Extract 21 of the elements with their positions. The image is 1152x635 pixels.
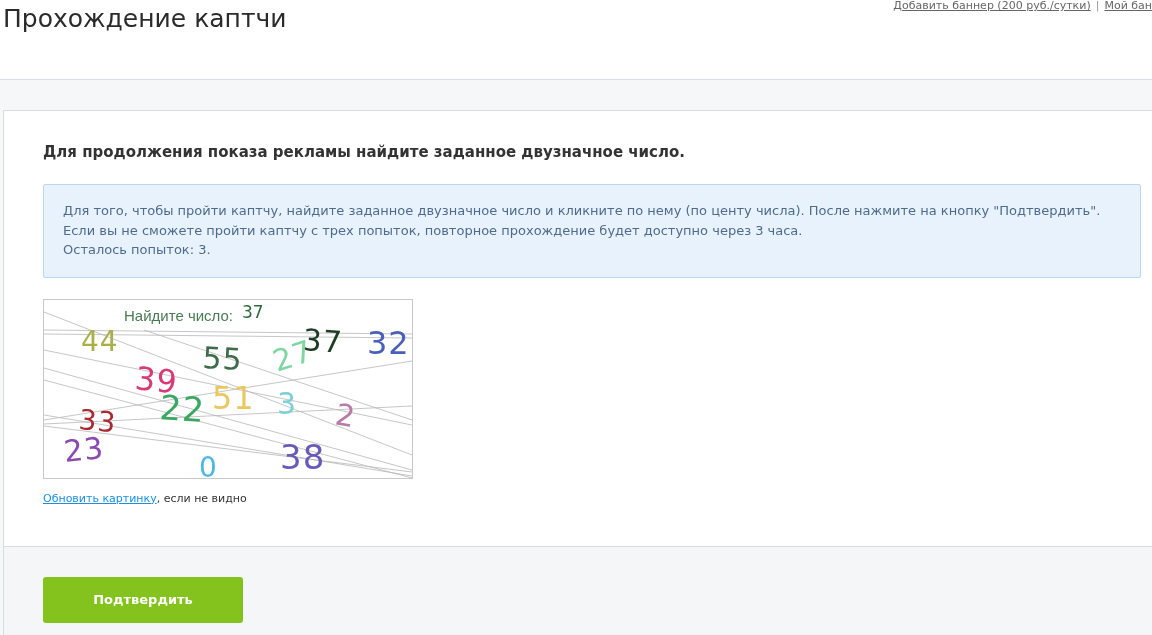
info-text: Осталось попыток: 3. [63,241,212,259]
info-text: Для того, чтобы пройти каптчу, найдите заданное двузначное число и кликните по нему (по центу числа). После нажмите на кнопку "Подтвердить". [63,202,1102,220]
captcha-target-number: 37 [242,301,264,322]
header-link[interactable]: Мой бан [1104,0,1152,12]
refresh-link[interactable]: Обновить картинку [43,491,157,505]
captcha-number: 38 [280,436,326,477]
captcha-prompt: Найдите число: [124,306,234,324]
captcha-number: 0 [199,450,218,478]
captcha-number: 44 [81,324,119,358]
captcha-number: 2 [332,395,359,434]
link-separator: | [1095,0,1100,12]
captcha-number: 32 [367,323,410,362]
captcha-number: 55 [201,339,244,377]
captcha-number: 3 [277,385,298,421]
card-heading: Для продолжения показа рекламы найдите заданное двузначное число. [43,142,685,163]
info-text: Если вы не сможете пройти каптчу с трех попыток, повторное прохождение будет доступно через 3 часа. [63,221,804,240]
header-link[interactable]: Добавить баннер (200 руб./сутки) [893,0,1091,12]
captcha-number: 51 [212,378,255,417]
refresh-hint: Обновить картинку, если не видно [43,491,247,506]
page-title: Прохождение каптчи [3,4,287,34]
captcha-image[interactable]: Найдите число: 37 44 37 32 55 27 39 22 51 3 2 33 23 0 38 [43,298,413,479]
